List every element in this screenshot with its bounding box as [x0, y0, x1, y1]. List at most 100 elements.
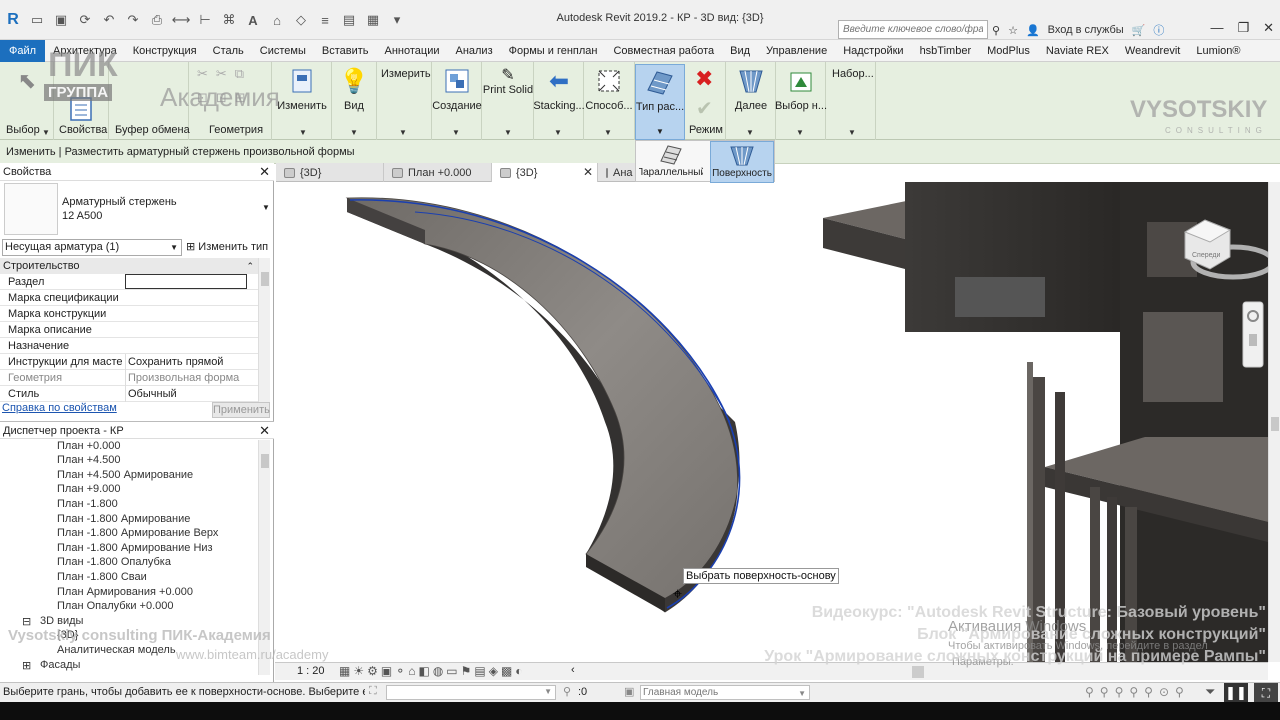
close-hidden-icon[interactable]: ▤ — [340, 11, 358, 29]
chevron-down-icon[interactable]: ▼ — [796, 128, 804, 137]
finish-check-icon[interactable]: ✔ — [696, 96, 713, 121]
print-icon[interactable]: ⎙ — [148, 11, 166, 29]
workset-select[interactable]: ▼ — [386, 685, 556, 700]
print-solid-button[interactable]: ✎ Print Solid — [481, 64, 535, 124]
customize-icon[interactable]: ▾ — [388, 11, 406, 29]
search-input[interactable] — [838, 20, 988, 39]
close-tab-icon[interactable]: ✕ — [583, 165, 593, 179]
next-button[interactable]: Далее — [724, 64, 778, 124]
sync-icon[interactable]: ⟳ — [76, 11, 94, 29]
chevron-down-icon[interactable]: ▼ — [554, 128, 562, 137]
thin-lines-icon[interactable]: ≡ — [316, 11, 334, 29]
menu-naviate[interactable]: Naviate REX — [1038, 40, 1117, 62]
3d-viewport[interactable]: Спереди Выбрать поверхность-основу ⌖ — [275, 182, 1268, 662]
menu-annotate[interactable]: Аннотации — [377, 40, 448, 62]
menu-massing[interactable]: Формы и генплан — [501, 40, 606, 62]
surface-option[interactable]: Поверхность — [710, 141, 774, 183]
binoculars-icon[interactable]: ⚲ — [992, 24, 1000, 37]
menu-lumion[interactable]: Lumion® — [1188, 40, 1248, 62]
chevron-down-icon[interactable]: ▼ — [848, 128, 856, 137]
tree-group-facades[interactable]: Фасады — [40, 659, 80, 671]
design-option-select[interactable]: Главная модель ▼ — [640, 685, 810, 700]
tree-item[interactable]: План -1.800 Опалубка — [57, 556, 171, 568]
scroll-thumb[interactable] — [261, 272, 269, 286]
tab-3d-1[interactable]: {3D} — [276, 163, 384, 182]
h-scroll-thumb[interactable] — [912, 666, 924, 678]
viewport-scrollbar[interactable] — [1268, 182, 1280, 662]
tree-group-3d[interactable]: 3D виды — [40, 615, 83, 627]
modify-button[interactable]: Изменить — [275, 64, 329, 124]
chevron-down-icon[interactable]: ▼ — [299, 128, 307, 137]
close-icon[interactable]: ✕ — [259, 163, 270, 181]
tab-analytical[interactable]: Ана — [598, 163, 636, 182]
filter-icon[interactable]: ⏷ — [1205, 684, 1215, 700]
help-icon[interactable]: ⓘ — [1153, 22, 1164, 38]
revit-logo-icon[interactable]: R — [4, 11, 22, 29]
scroll-thumb[interactable] — [261, 454, 269, 468]
open-icon[interactable]: ▭ — [28, 11, 46, 29]
measure-label[interactable]: Измерить — [381, 68, 431, 80]
view-control-icons[interactable]: ▦☀⚙▣⚬⌂◧◍▭⚑▤◈▩◐ — [339, 664, 526, 678]
view-scale[interactable]: 1 : 20 — [297, 665, 325, 677]
menu-addins[interactable]: Надстройки — [835, 40, 911, 62]
chevron-down-icon[interactable]: ▼ — [452, 128, 460, 137]
prop-value-input[interactable] — [125, 274, 247, 289]
section-icon[interactable]: ◇ — [292, 11, 310, 29]
tab-plan[interactable]: План +0.000 — [384, 163, 492, 182]
tree-item[interactable]: План -1.800 Армирование Низ — [57, 542, 213, 554]
restore-icon[interactable]: ❐ — [1237, 20, 1249, 36]
menu-hsbtimber[interactable]: hsbTimber — [912, 40, 980, 62]
chevron-down-icon[interactable]: ▼ — [746, 128, 754, 137]
tree-item[interactable]: План Армирования +0.000 — [57, 586, 193, 598]
cart-icon[interactable]: 🛒 — [1132, 24, 1146, 37]
layout-type-button[interactable]: Тип рас... ▼ — [635, 64, 685, 140]
menu-manage[interactable]: Управление — [758, 40, 835, 62]
text-icon[interactable]: A — [244, 11, 262, 29]
tree-item[interactable]: План +9.000 — [57, 483, 121, 495]
chevron-down-icon[interactable]: ▼ — [350, 128, 358, 137]
chevron-down-icon[interactable]: ▼ — [604, 128, 612, 137]
menu-insert[interactable]: Вставить — [314, 40, 377, 62]
menu-weandrevit[interactable]: Weandrevit — [1117, 40, 1188, 62]
view-button[interactable]: 💡 Вид — [327, 64, 381, 124]
apply-button[interactable]: Применить — [212, 402, 270, 418]
chevron-down-icon[interactable]: ▼ — [42, 128, 50, 137]
tree-item[interactable]: План +0.000 — [57, 440, 121, 452]
tree-item[interactable]: План +4.500 Армирование — [57, 469, 193, 481]
tab-3d-active[interactable]: {3D} ✕ — [492, 163, 598, 182]
3d-view-icon[interactable]: ⌂ — [268, 11, 286, 29]
type-selector-chevron-icon[interactable]: ▼ — [262, 203, 270, 212]
tree-item[interactable]: План -1.800 Сваи — [57, 571, 147, 583]
save-icon[interactable]: ▣ — [52, 11, 70, 29]
tree-item[interactable]: План Опалубки +0.000 — [57, 600, 174, 612]
tree-item-analytical[interactable]: Аналитическая модель — [57, 644, 176, 656]
measure-icon[interactable]: ⟷ — [172, 11, 191, 29]
selection-filter-icons[interactable]: ⚲⚲⚲⚲⚲⊙⚲ — [1085, 685, 1190, 699]
menu-modplus[interactable]: ModPlus — [979, 40, 1038, 62]
tree-item[interactable]: План -1.800 — [57, 498, 118, 510]
tag-icon[interactable]: ⌘ — [220, 11, 238, 29]
model-icon[interactable]: ▣ — [624, 685, 634, 698]
redo-icon[interactable]: ↷ — [124, 11, 142, 29]
create-button[interactable]: Создание — [430, 64, 484, 124]
element-filter-select[interactable]: Несущая арматура (1) ▼ — [2, 239, 182, 256]
dimension-icon[interactable]: ⊢ — [196, 11, 214, 29]
section-construction[interactable]: Строительство ⌃ — [0, 258, 258, 274]
menu-file[interactable]: Файл — [0, 39, 46, 62]
menu-systems[interactable]: Системы — [252, 40, 314, 62]
menu-structure[interactable]: Конструкция — [125, 40, 205, 62]
menu-steel[interactable]: Сталь — [205, 40, 252, 62]
switch-windows-icon[interactable]: ▦ — [364, 11, 382, 29]
minimize-icon[interactable]: — — [1210, 20, 1223, 36]
fullscreen-icon[interactable]: ⛶ — [1254, 683, 1278, 703]
close-icon[interactable]: ✕ — [259, 422, 270, 440]
select-n-button[interactable]: Выбор н... — [774, 64, 828, 124]
edit-type-button[interactable]: ⊞ Изменить тип — [186, 240, 268, 253]
pause-icon[interactable]: ❚❚ — [1224, 683, 1248, 703]
set-label[interactable]: Набор... — [832, 68, 874, 80]
menu-analyze[interactable]: Анализ — [447, 40, 500, 62]
prop-value[interactable]: Сохранить прямой — [125, 354, 247, 370]
tree-item[interactable]: План -1.800 Армирование Верх — [57, 527, 218, 539]
menu-view[interactable]: Вид — [722, 40, 758, 62]
stacking-button[interactable]: ⬅ Stacking... — [532, 64, 586, 124]
